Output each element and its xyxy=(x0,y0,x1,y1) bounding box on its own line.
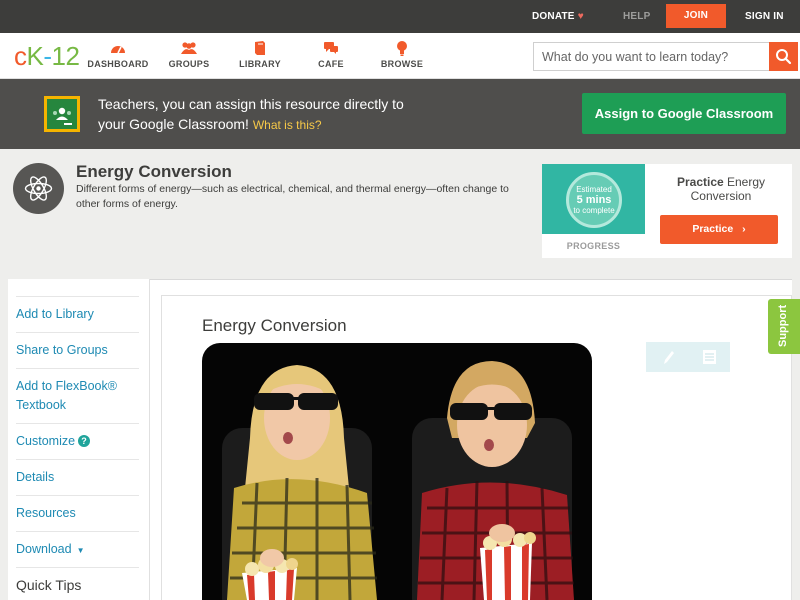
support-tab[interactable]: Support xyxy=(768,299,800,354)
nav-cafe[interactable]: CAFE xyxy=(296,40,366,69)
sidebar: Add to Library Share to Groups Add to Fl… xyxy=(8,279,150,600)
sidebar-customize[interactable]: Customize? xyxy=(16,423,139,451)
google-classroom-icon xyxy=(44,96,80,132)
practice-button[interactable]: Practice › xyxy=(660,215,778,244)
highlight-pencil-button[interactable] xyxy=(646,342,688,372)
assign-to-google-classroom-button[interactable]: Assign to Google Classroom xyxy=(582,93,786,134)
groups-people-icon xyxy=(181,42,197,54)
nav-browse[interactable]: BROWSE xyxy=(367,40,437,69)
dashboard-gauge-icon xyxy=(111,46,125,54)
concept-description: Different forms of energy—such as electr… xyxy=(76,183,509,210)
what-is-this-link[interactable]: What is this? xyxy=(253,118,322,132)
ck12-logo[interactable]: cK-12 xyxy=(14,42,80,70)
sidebar-add-to-library[interactable]: Add to Library xyxy=(16,296,139,324)
main-header: cK-12 DASHBOARD GROUPS LIBRARY CAFE BROW… xyxy=(0,33,800,79)
sidebar-download[interactable]: Download ▼ xyxy=(16,531,139,560)
library-book-icon xyxy=(255,41,265,55)
notes-button[interactable] xyxy=(688,342,730,372)
atom-icon xyxy=(13,163,64,214)
nav-library[interactable]: LIBRARY xyxy=(225,40,295,69)
caret-down-icon: ▼ xyxy=(76,546,85,555)
sidebar-share-to-groups[interactable]: Share to Groups xyxy=(16,332,139,360)
nav-groups[interactable]: GROUPS xyxy=(154,40,224,69)
practice-title: Practice Energy Conversion xyxy=(676,175,766,203)
concept-title: Energy Conversion xyxy=(76,162,232,181)
nav-dashboard[interactable]: DASHBOARD xyxy=(83,40,153,69)
search-input[interactable] xyxy=(533,42,769,71)
chevron-right-icon: › xyxy=(742,223,746,235)
sidebar-quick-tips[interactable]: Quick Tips xyxy=(16,567,139,595)
sign-in-link[interactable]: SIGN IN xyxy=(745,0,784,33)
practice-card: Estimated 5 mins to complete PROGRESS Pr… xyxy=(542,164,792,258)
heart-icon: ♥ xyxy=(577,11,584,22)
google-classroom-banner: Teachers, you can assign this resource d… xyxy=(0,79,800,149)
join-button[interactable]: JOIN xyxy=(666,4,726,28)
help-icon[interactable]: ? xyxy=(78,435,91,447)
top-utility-bar: DONATE ♥ HELP JOIN SIGN IN xyxy=(0,0,800,33)
banner-message: Teachers, you can assign this resource d… xyxy=(98,96,404,132)
search-button[interactable] xyxy=(769,42,798,71)
pencil-icon xyxy=(664,351,674,364)
annotation-tools xyxy=(646,342,730,372)
sidebar-add-to-flexbook[interactable]: Add to FlexBook® Textbook xyxy=(16,368,139,415)
article-title: Energy Conversion xyxy=(202,316,347,335)
notes-icon xyxy=(703,350,716,364)
estimated-time-badge: Estimated 5 mins to complete xyxy=(566,172,622,228)
help-link[interactable]: HELP xyxy=(623,0,650,33)
hero-image-kids-3d-glasses xyxy=(202,343,592,600)
cafe-chat-icon xyxy=(324,42,338,54)
progress-label: PROGRESS xyxy=(566,241,621,251)
browse-lightbulb-icon xyxy=(397,41,407,56)
donate-link[interactable]: DONATE ♥ xyxy=(532,0,584,33)
search-icon xyxy=(776,49,792,65)
sidebar-resources[interactable]: Resources xyxy=(16,495,139,523)
sidebar-details[interactable]: Details xyxy=(16,459,139,487)
practice-progress-image: Estimated 5 mins to complete xyxy=(542,164,645,234)
